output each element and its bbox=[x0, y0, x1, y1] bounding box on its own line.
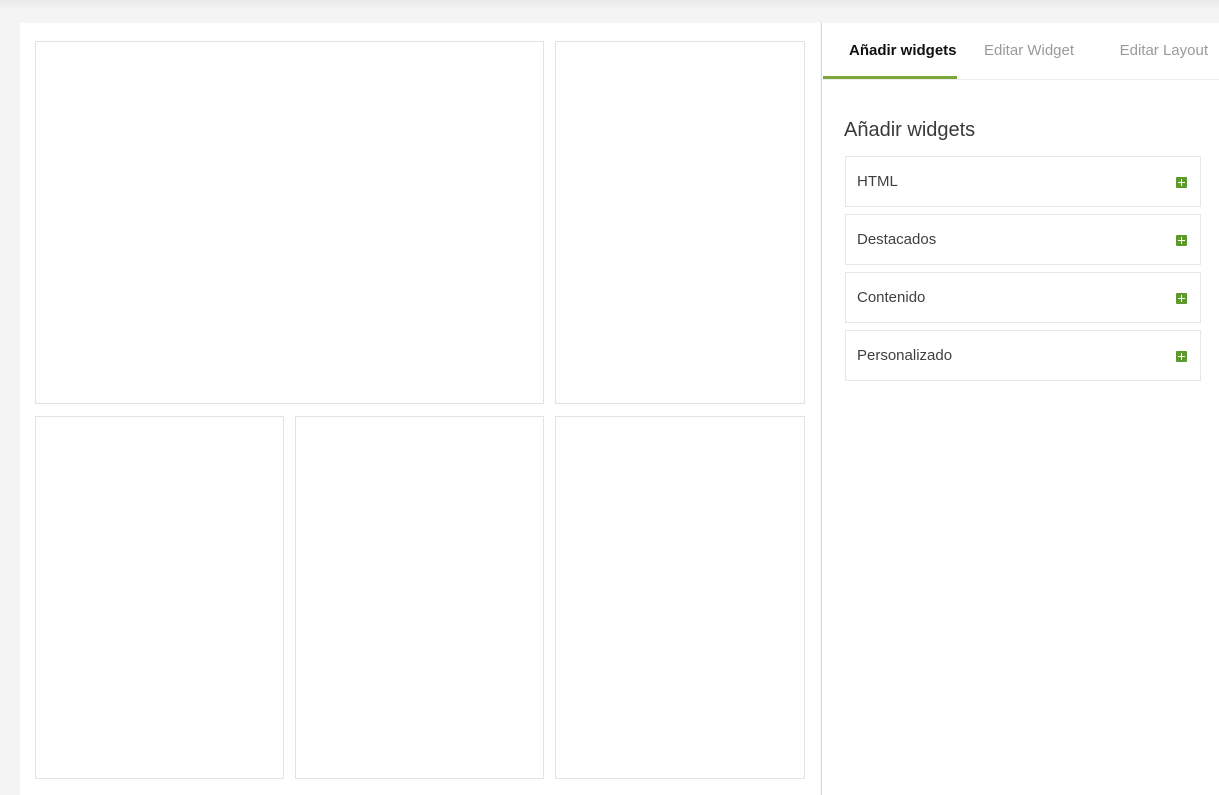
panel-tabs: Añadir widgets Editar Widget Editar Layo… bbox=[822, 23, 1219, 80]
widget-item-contenido[interactable]: Contenido bbox=[845, 272, 1201, 323]
widget-list: HTML Destacados Contenido Personalizado bbox=[845, 156, 1201, 388]
widget-item-destacados[interactable]: Destacados bbox=[845, 214, 1201, 265]
tab-add-widgets[interactable]: Añadir widgets bbox=[849, 23, 956, 79]
editor-side-panel: Añadir widgets Editar Widget Editar Layo… bbox=[821, 23, 1219, 795]
widget-item-label: Destacados bbox=[857, 231, 937, 248]
plus-icon[interactable] bbox=[1176, 293, 1187, 304]
layout-slot[interactable] bbox=[555, 41, 805, 404]
active-tab-indicator bbox=[823, 76, 957, 79]
tab-edit-layout[interactable]: Editar Layout bbox=[1098, 23, 1208, 79]
plus-icon[interactable] bbox=[1176, 235, 1187, 246]
widget-item-personalizado[interactable]: Personalizado bbox=[845, 330, 1201, 381]
widget-item-label: Personalizado bbox=[857, 347, 953, 364]
widget-item-label: Contenido bbox=[857, 289, 926, 306]
layout-slot[interactable] bbox=[35, 416, 284, 779]
widget-item-label: HTML bbox=[857, 173, 898, 190]
layout-canvas bbox=[20, 23, 820, 795]
tab-edit-widget[interactable]: Editar Widget bbox=[984, 23, 1094, 79]
layout-slot[interactable] bbox=[295, 416, 544, 779]
layout-slot[interactable] bbox=[555, 416, 805, 779]
plus-icon[interactable] bbox=[1176, 177, 1187, 188]
panel-title: Añadir widgets bbox=[844, 118, 976, 141]
widget-item-html[interactable]: HTML bbox=[845, 156, 1201, 207]
layout-slot[interactable] bbox=[35, 41, 544, 404]
top-bar bbox=[0, 0, 1219, 10]
plus-icon[interactable] bbox=[1176, 351, 1187, 362]
